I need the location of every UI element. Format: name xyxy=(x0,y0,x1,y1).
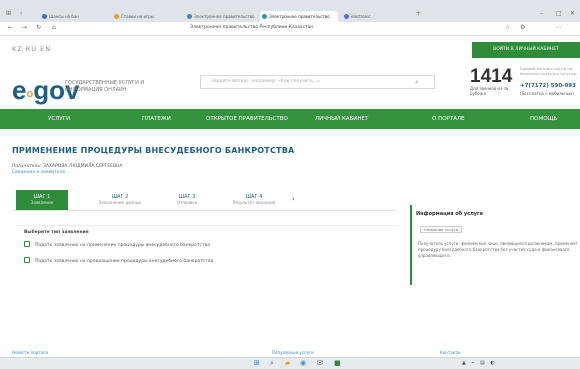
tab-label: Электронное правительство xyxy=(194,14,255,19)
extensions-icon[interactable]: ⚙ xyxy=(520,24,525,31)
browser-back-tab-icon[interactable]: ‹ xyxy=(20,10,22,17)
footer-link-contacts[interactable]: Контакты xyxy=(440,350,461,355)
browser-tab-active[interactable]: Электронное правительство xyxy=(260,11,338,22)
search-icon[interactable]: ⌕ xyxy=(415,78,419,87)
nav-item-help[interactable]: ПОМОЩЬ xyxy=(530,109,557,129)
nav-item-open-government[interactable]: ОТКРЫТОЕ ПРАВИТЕЛЬСТВО xyxy=(206,109,288,129)
tab-favicon-icon xyxy=(344,14,349,19)
abroad-note: Для звонков из-за рубежа xyxy=(470,86,509,96)
option-label: Подать заявление на прекращение процедур… xyxy=(35,259,214,264)
service-description-link[interactable]: Описание услуги xyxy=(420,226,463,233)
service-info-text: Получатель услуги: физическое лицо, явля… xyxy=(418,241,578,258)
browser-taskbar-icon[interactable]: ◉ xyxy=(300,359,306,367)
nav-item-services[interactable]: УСЛУГИ xyxy=(48,109,70,129)
login-button[interactable]: ВОЙТИ В ЛИЧНЫЙ КАБИНЕТ xyxy=(472,42,580,58)
footer-link-news[interactable]: Новости портала xyxy=(12,350,48,355)
app-taskbar-icon[interactable]: ■ xyxy=(334,359,341,367)
chevron-right-icon[interactable]: › xyxy=(292,195,295,203)
checkbox-icon[interactable] xyxy=(24,257,30,263)
browser-tab[interactable]: Шансы на бан xyxy=(40,11,105,22)
close-icon[interactable]: ✕ xyxy=(570,10,575,17)
tab-favicon-icon xyxy=(42,14,47,19)
browser-tab[interactable]: Ставки на игры xyxy=(112,11,182,22)
minimize-icon[interactable]: – xyxy=(540,10,543,17)
mail-icon[interactable]: ✉ xyxy=(317,359,323,367)
step-1[interactable]: ШАГ 1 Заявление xyxy=(16,190,68,210)
tab-favicon-icon xyxy=(262,14,267,19)
step-2[interactable]: ШАГ 2 Заполнение данных xyxy=(90,190,150,210)
step-desc: Заполнение данных xyxy=(98,200,142,205)
form-heading: Выберите тип заявления xyxy=(24,230,89,235)
forward-icon[interactable]: → xyxy=(22,24,27,31)
step-3[interactable]: ШАГ 3 Отправка xyxy=(160,190,214,210)
recipient-details-link[interactable]: Сведения о заявителе xyxy=(12,170,65,175)
option-terminate[interactable]: Подать заявление на прекращение процедур… xyxy=(24,257,213,264)
home-icon[interactable]: ⌂ xyxy=(52,24,56,31)
site-tagline: ГОСУДАРСТВЕННЫЕ УСЛУГИ И ИНФОРМАЦИЯ ОНЛА… xyxy=(65,80,145,93)
nav-item-payments[interactable]: ПЛАТЕЖИ xyxy=(142,109,171,129)
tab-label: electronic xyxy=(351,14,371,19)
address-text[interactable]: Электронное правительство Республики Каз… xyxy=(190,25,313,30)
windows-start-icon[interactable]: ⊞ xyxy=(254,359,260,367)
page-title: ПРИМЕНЕНИЕ ПРОЦЕДУРЫ ВНЕСУДЕБНОГО БАНКРО… xyxy=(12,146,295,155)
menu-dots-icon[interactable]: ⋯ xyxy=(555,24,561,31)
language-switcher[interactable]: KZ RU EN xyxy=(12,45,51,53)
back-icon[interactable]: ← xyxy=(8,24,13,31)
tab-label: Шансы на бан xyxy=(49,14,79,19)
service-info-heading: Информация об услуге xyxy=(416,211,484,217)
taskbar-search-icon[interactable]: ⌕ xyxy=(270,359,274,368)
logo-e: e xyxy=(12,75,27,105)
option-label: Подать заявление на применение процедуры… xyxy=(35,243,211,248)
hotline-note: Единый контакт-центр по вопросам оказани… xyxy=(520,66,578,76)
phone-secondary: +7(7172) 590-993 xyxy=(520,83,576,89)
maximize-icon[interactable]: □ xyxy=(556,10,562,17)
file-explorer-icon[interactable]: ▰ xyxy=(285,359,290,367)
nav-item-about[interactable]: О ПОРТАЛЕ xyxy=(432,109,465,129)
tab-label: Электронное правительство xyxy=(269,14,330,19)
reload-icon[interactable]: ↻ xyxy=(36,24,41,31)
footer-link-popular[interactable]: Популярные услуги xyxy=(272,350,314,355)
new-tab-icon[interactable]: + xyxy=(416,10,421,17)
tab-favicon-icon xyxy=(187,14,192,19)
system-tray[interactable]: ▲ ⌁ ▤ ◐ xyxy=(462,360,497,366)
search-input[interactable]: Задайте вопрос, например: «Как получить.… xyxy=(200,75,435,89)
nav-item-cabinet[interactable]: ЛИЧНЫЙ КАБИНЕТ xyxy=(315,109,368,129)
step-desc: Заявление xyxy=(30,200,54,205)
checkbox-icon[interactable] xyxy=(24,241,30,247)
phone-secondary-note: (Бесплатно с мобильных) xyxy=(520,91,574,96)
option-apply[interactable]: Подать заявление на применение процедуры… xyxy=(24,241,210,248)
step-4[interactable]: ШАГ 4 Результат оказания xyxy=(222,190,286,210)
browser-tab[interactable]: electronic xyxy=(342,11,412,22)
tab-label: Ставки на игры xyxy=(121,14,154,19)
browser-menu-icon[interactable]: ⊞ xyxy=(6,10,11,17)
steps-divider xyxy=(12,210,396,211)
bookmark-icon[interactable]: ☆ xyxy=(505,24,510,31)
step-desc: Отправка xyxy=(176,200,198,205)
recipient-label: Получатель: ЗАХАРОВА ЛЮДМИЛА СЕРГЕЕВНА xyxy=(12,164,123,169)
tab-favicon-icon xyxy=(114,14,119,19)
step-desc: Результат оказания xyxy=(232,200,276,205)
hotline-number: 1414 xyxy=(470,66,513,87)
main-nav xyxy=(0,109,580,129)
browser-tab[interactable]: Электронное правительство xyxy=(185,11,257,22)
